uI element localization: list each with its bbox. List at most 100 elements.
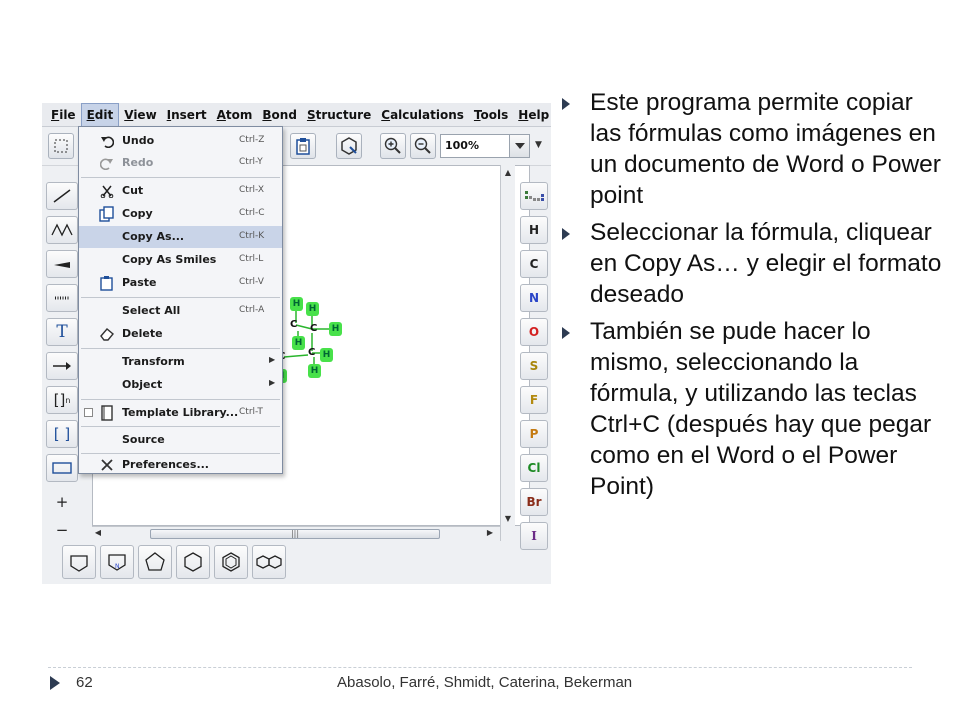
- menu-item-undo[interactable]: Undo Ctrl-Z: [79, 130, 282, 152]
- menu-bond[interactable]: Bond: [257, 103, 302, 127]
- template-naphthalene-button[interactable]: [252, 545, 286, 579]
- menu-edit[interactable]: Edit: [80, 103, 120, 127]
- menu-bar: File Edit View Insert Atom Bond Structur…: [42, 103, 551, 127]
- hydrogen-atom: H: [290, 297, 303, 311]
- footer-authors: Abasolo, Farré, Shmidt, Caterina, Bekerm…: [337, 674, 633, 691]
- element-button-p[interactable]: P: [520, 420, 548, 448]
- periodic-table-button[interactable]: [520, 182, 548, 210]
- rectangle-icon: [52, 462, 72, 474]
- template-pentagon-button[interactable]: [138, 545, 172, 579]
- bullet-text: Seleccionar la fórmula, cliquear en Copy…: [590, 219, 942, 308]
- paste-toolbar-button[interactable]: [290, 133, 316, 159]
- bullet-arrow-icon: [562, 327, 570, 339]
- template-benzene-button[interactable]: [214, 545, 248, 579]
- menu-structure[interactable]: Structure: [302, 103, 376, 127]
- menu-item-delete[interactable]: Delete: [79, 323, 282, 345]
- wedge-bond-icon: [54, 262, 70, 268]
- menu-item-copy-as[interactable]: Copy As... Ctrl-K: [79, 226, 282, 248]
- zoom-level-field[interactable]: 100%: [440, 134, 510, 158]
- menu-item-template-library[interactable]: Template Library... Ctrl-T: [79, 402, 282, 424]
- menu-file[interactable]: File: [46, 103, 81, 127]
- menu-help[interactable]: Help: [513, 103, 551, 127]
- clean-structure-button[interactable]: [336, 133, 362, 159]
- scroll-down-icon[interactable]: ▼: [501, 511, 515, 525]
- element-symbol: C: [529, 257, 539, 271]
- menu-tools[interactable]: Tools: [469, 103, 513, 127]
- reaction-arrow-tool[interactable]: [46, 352, 78, 380]
- element-button-c[interactable]: C: [520, 250, 548, 278]
- select-all-label: Select All: [122, 304, 181, 317]
- chevron-down-icon: [514, 143, 525, 149]
- naphthalene-icon: [256, 555, 282, 569]
- menu-view[interactable]: View: [119, 103, 161, 127]
- footer-divider: [48, 667, 912, 668]
- bracket-n-tool[interactable]: [] n: [46, 386, 78, 414]
- template-ring-n-button[interactable]: N: [100, 545, 134, 579]
- zoom-in-button[interactable]: [380, 133, 406, 159]
- scroll-left-icon[interactable]: ◀: [92, 528, 104, 537]
- selected-molecule[interactable]: H H C C H H C H H C H: [272, 295, 362, 385]
- single-bond-tool[interactable]: [46, 182, 78, 210]
- select-tool-button[interactable]: [48, 133, 74, 159]
- paste-shortcut: Ctrl-V: [239, 277, 264, 287]
- element-button-n[interactable]: N: [520, 284, 548, 312]
- template-library-shortcut: Ctrl-T: [239, 407, 263, 417]
- hash-bond-tool[interactable]: [46, 284, 78, 312]
- scroll-thumb[interactable]: |||: [150, 529, 440, 539]
- menu-item-source[interactable]: Source: [79, 429, 282, 451]
- element-button-i[interactable]: I: [520, 522, 548, 550]
- wedge-bond-tool[interactable]: [46, 250, 78, 278]
- menu-item-copy[interactable]: Copy Ctrl-C: [79, 203, 282, 225]
- element-button-o[interactable]: O: [520, 318, 548, 346]
- template-library-checkbox[interactable]: [84, 408, 93, 417]
- scroll-up-icon[interactable]: ▲: [501, 165, 515, 179]
- page-number: 62: [76, 674, 93, 691]
- scroll-right-icon[interactable]: ▶: [484, 528, 496, 537]
- copy-as-shortcut: Ctrl-K: [239, 231, 265, 241]
- menu-calculations[interactable]: Calculations: [376, 103, 469, 127]
- zoom-out-button[interactable]: [410, 133, 436, 159]
- hydrogen-atom: H: [308, 364, 321, 378]
- menu-insert[interactable]: Insert: [162, 103, 212, 127]
- carbon-atom: C: [308, 347, 316, 358]
- element-symbol: F: [529, 393, 539, 407]
- negative-charge-tool[interactable]: −: [46, 516, 78, 544]
- rectangle-tool[interactable]: [46, 454, 78, 482]
- menu-item-preferences[interactable]: Preferences...: [79, 454, 282, 476]
- text-tool[interactable]: T: [46, 318, 78, 346]
- menu-item-paste[interactable]: Paste Ctrl-V: [79, 272, 282, 294]
- bullet-arrow-icon: [562, 98, 570, 110]
- bracket-tool[interactable]: [ ]: [46, 420, 78, 448]
- element-button-f[interactable]: F: [520, 386, 548, 414]
- template-ring-button[interactable]: [62, 545, 96, 579]
- book-icon: [99, 405, 115, 421]
- object-label: Object: [122, 378, 163, 391]
- bullet-list: Este programa permite copiar las fórmula…: [562, 87, 942, 508]
- left-tool-panel: T [] n [ ] + −: [42, 178, 82, 539]
- undo-label: Undo: [122, 134, 155, 147]
- element-button-br[interactable]: Br: [520, 488, 548, 516]
- menu-item-cut[interactable]: Cut Ctrl-X: [79, 180, 282, 202]
- chain-icon: [51, 223, 73, 237]
- cut-shortcut: Ctrl-X: [239, 185, 264, 195]
- submenu-arrow-icon: ▶: [269, 355, 276, 364]
- menu-item-transform[interactable]: Transform ▶: [79, 351, 282, 373]
- menu-separator: [81, 348, 280, 349]
- chain-tool[interactable]: [46, 216, 78, 244]
- element-button-cl[interactable]: Cl: [520, 454, 548, 482]
- hydrogen-atom: H: [292, 336, 305, 350]
- element-button-h[interactable]: H: [520, 216, 548, 244]
- element-button-s[interactable]: S: [520, 352, 548, 380]
- menu-item-copy-as-smiles[interactable]: Copy As Smiles Ctrl-L: [79, 249, 282, 271]
- menu-item-redo[interactable]: Redo Ctrl-Y: [79, 152, 282, 174]
- menu-item-select-all[interactable]: Select All Ctrl-A: [79, 300, 282, 322]
- template-hexagon-button[interactable]: [176, 545, 210, 579]
- zoom-dropdown-button[interactable]: [510, 134, 530, 158]
- menu-item-object[interactable]: Object ▶: [79, 374, 282, 396]
- menu-atom[interactable]: Atom: [212, 103, 258, 127]
- positive-charge-tool[interactable]: +: [46, 488, 78, 516]
- undo-shortcut: Ctrl-Z: [239, 135, 265, 145]
- vertical-scrollbar[interactable]: ▲ ▼: [500, 165, 515, 541]
- toolbar-overflow-icon[interactable]: ▼: [535, 140, 542, 150]
- horizontal-scrollbar[interactable]: ◀ ||| ▶: [92, 526, 500, 541]
